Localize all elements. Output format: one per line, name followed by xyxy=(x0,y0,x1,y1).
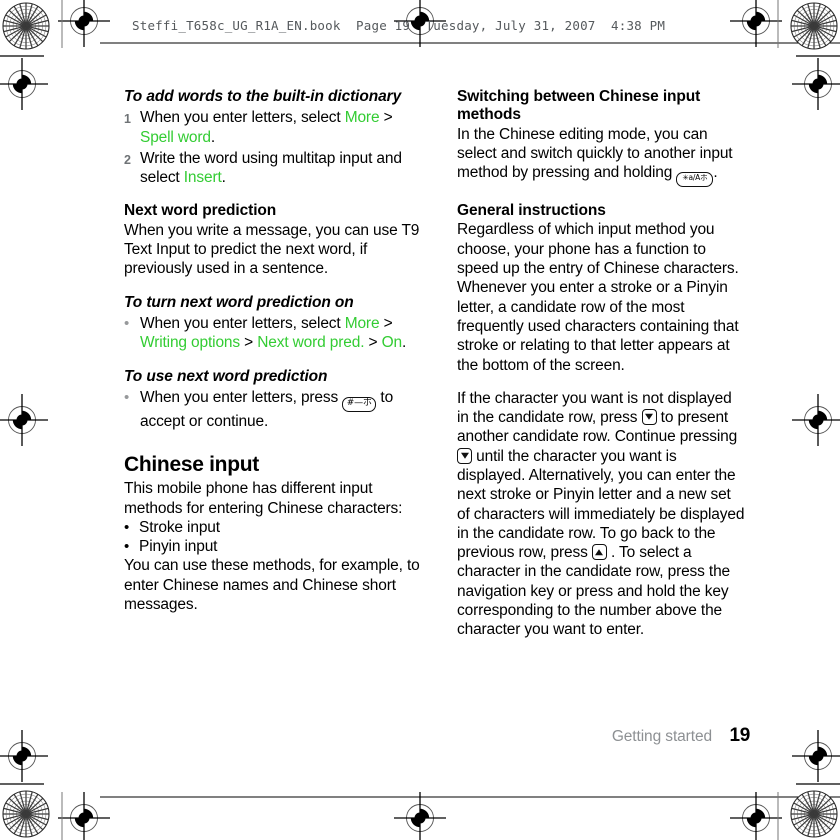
section-heading: Next word prediction xyxy=(124,202,277,220)
instruction-part: . xyxy=(401,334,407,352)
bullet-dot-icon: • xyxy=(124,538,130,556)
bullet-dot-icon: • xyxy=(124,388,130,406)
instruction-text: When you enter letters, press #—ホ to acc… xyxy=(140,388,428,431)
menu-reference: Spell word xyxy=(140,128,211,146)
section-body: When you write a message, you can use T9… xyxy=(124,221,420,278)
instruction-part: > xyxy=(379,314,393,332)
page-content: To add words to the built-in dictionary … xyxy=(0,88,840,708)
bullet-dot-icon: • xyxy=(124,314,130,332)
menu-reference: More xyxy=(344,109,380,127)
procedure-use: To use next word prediction • When you e… xyxy=(124,368,428,432)
page-number: 19 xyxy=(729,725,750,746)
section-heading: Switching between Chinese input methods xyxy=(457,88,701,124)
step-item: 1 When you enter letters, select More > … xyxy=(124,108,428,147)
menu-reference: Next word pred. xyxy=(257,334,365,352)
instruction-bullet: • When you enter letters, press #—ホ to a… xyxy=(124,388,428,431)
instruction-part: > xyxy=(239,334,258,352)
step-text-part: When you enter letters, select xyxy=(140,109,345,127)
procedure-heading: To turn next word prediction on xyxy=(124,293,354,311)
section-intro: This mobile phone has different input me… xyxy=(124,480,403,517)
navigation-down-key-icon xyxy=(641,409,657,426)
bullet-dot-icon: • xyxy=(124,518,130,536)
step-text-part: . xyxy=(210,128,216,146)
step-text-part: Write the word using multitap input and … xyxy=(140,149,402,187)
menu-reference: More xyxy=(344,314,380,332)
step-text: Write the word using multitap input and … xyxy=(140,149,428,188)
right-column: Switching between Chinese input methods … xyxy=(457,88,745,640)
footer-section-name: Getting started xyxy=(611,728,712,745)
navigation-up-key-icon xyxy=(591,544,607,561)
list-item-label: Stroke input xyxy=(139,518,220,536)
step-text-part: > xyxy=(379,109,393,127)
list-item: • Pinyin input xyxy=(124,537,428,556)
section-next-word-prediction: Next word prediction When you write a me… xyxy=(124,202,428,278)
menu-reference: On xyxy=(381,334,403,352)
menu-reference: Writing options xyxy=(140,334,240,352)
menu-reference: Insert xyxy=(183,169,222,187)
body-part: . xyxy=(713,164,718,182)
instruction-text: When you enter letters, select More > Wr… xyxy=(140,314,428,353)
procedure-add-words: To add words to the built-in dictionary … xyxy=(124,88,428,187)
section-general-instructions: General instructions Regardless of which… xyxy=(457,202,745,375)
procedure-heading: To use next word prediction xyxy=(124,367,328,385)
instruction-part: When you enter letters, select xyxy=(140,314,345,332)
list-item: • Stroke input xyxy=(124,518,428,537)
section-switching-methods: Switching between Chinese input methods … xyxy=(457,88,745,188)
print-job-slug: Steffi_T658c_UG_R1A_EN.book Page 19 Tues… xyxy=(132,18,666,33)
star-key-icon: ✳a/Aホ xyxy=(676,172,714,188)
section-body: In the Chinese editing mode, you can sel… xyxy=(457,125,745,188)
instruction-part: > xyxy=(364,334,382,352)
list-item-label: Pinyin input xyxy=(139,538,218,556)
instruction-part: When you enter letters, press xyxy=(140,388,343,406)
step-number: 1 xyxy=(124,112,131,127)
step-text: When you enter letters, select More > Sp… xyxy=(140,108,428,147)
step-number: 2 xyxy=(124,152,131,167)
section-outro: You can use these methods, for example, … xyxy=(124,557,420,614)
section-body: Regardless of which input method you cho… xyxy=(457,221,739,374)
hash-key-icon: #—ホ xyxy=(342,396,377,412)
left-column: To add words to the built-in dictionary … xyxy=(124,88,428,614)
paragraph-candidate-row: If the character you want is not display… xyxy=(457,389,745,640)
step-item: 2 Write the word using multitap input an… xyxy=(124,149,428,188)
procedure-turn-on: To turn next word prediction on • When y… xyxy=(124,294,428,353)
section-chinese-input: Chinese input This mobile phone has diff… xyxy=(124,453,428,614)
step-text-part: . xyxy=(221,169,226,187)
page-footer: Getting started 19 xyxy=(0,725,840,756)
navigation-down-key-icon xyxy=(457,447,472,464)
procedure-heading: To add words to the built-in dictionary xyxy=(124,88,402,105)
instruction-bullet: • When you enter letters, select More > … xyxy=(124,314,428,353)
section-title: Chinese input xyxy=(124,453,259,477)
section-heading: General instructions xyxy=(457,202,606,220)
